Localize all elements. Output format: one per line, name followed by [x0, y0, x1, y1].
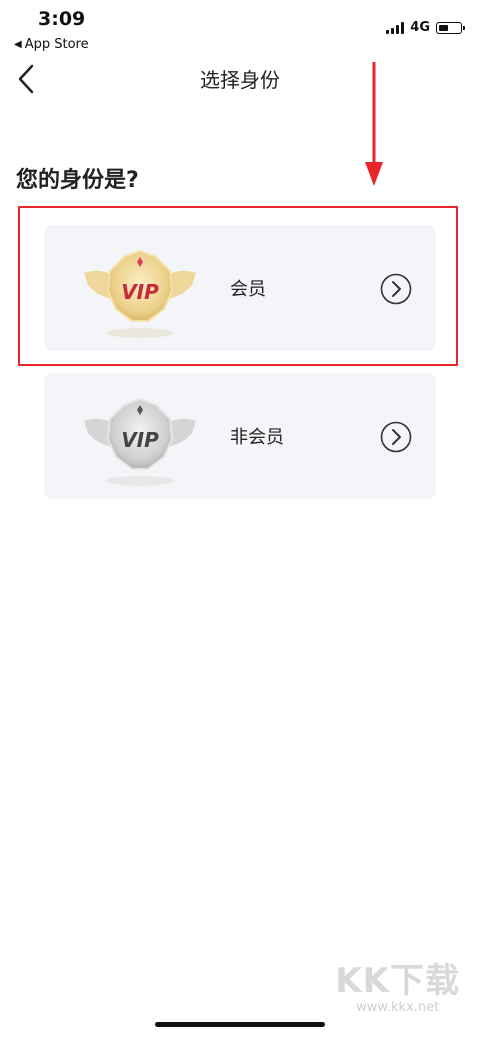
- chevron-right-circle-icon[interactable]: [380, 273, 412, 305]
- status-bar: 3:09 ◀ App Store 4G: [0, 0, 480, 56]
- badge-vip-text-silver: VIP: [121, 428, 159, 452]
- watermark: KK下载 www.kkx.net: [335, 953, 460, 1015]
- watermark-url: www.kkx.net: [356, 1000, 440, 1015]
- battery-fill: [439, 24, 448, 31]
- badge-vip-text: VIP: [121, 280, 159, 304]
- option-member-card[interactable]: VIP 会员: [44, 225, 436, 351]
- back-triangle-icon: ◀: [14, 39, 22, 50]
- network-type: 4G: [410, 20, 430, 35]
- option-nonmember-card[interactable]: VIP 非会员: [44, 373, 436, 499]
- arrow-down-annotation-icon: [365, 62, 383, 186]
- page-title: 选择身份: [200, 68, 280, 92]
- back-to-app-label: App Store: [24, 37, 89, 52]
- signal-icon: [386, 21, 405, 34]
- watermark-logo: KK下载: [335, 961, 460, 1001]
- option-nonmember-label: 非会员: [230, 427, 284, 448]
- status-time: 3:09: [38, 8, 86, 30]
- status-indicators: 4G: [386, 20, 465, 35]
- nav-bar: 选择身份: [0, 56, 480, 100]
- identity-question: 您的身份是?: [16, 168, 139, 193]
- battery-icon: [436, 21, 465, 34]
- home-indicator[interactable]: [155, 1022, 325, 1027]
- vip-badge-silver-icon: VIP: [84, 397, 196, 486]
- back-to-app-link[interactable]: ◀ App Store: [14, 37, 89, 52]
- option-member-label: 会员: [230, 279, 266, 300]
- chevron-right-circle-icon[interactable]: [380, 421, 412, 453]
- vip-badge-gold-icon: VIP: [84, 249, 196, 338]
